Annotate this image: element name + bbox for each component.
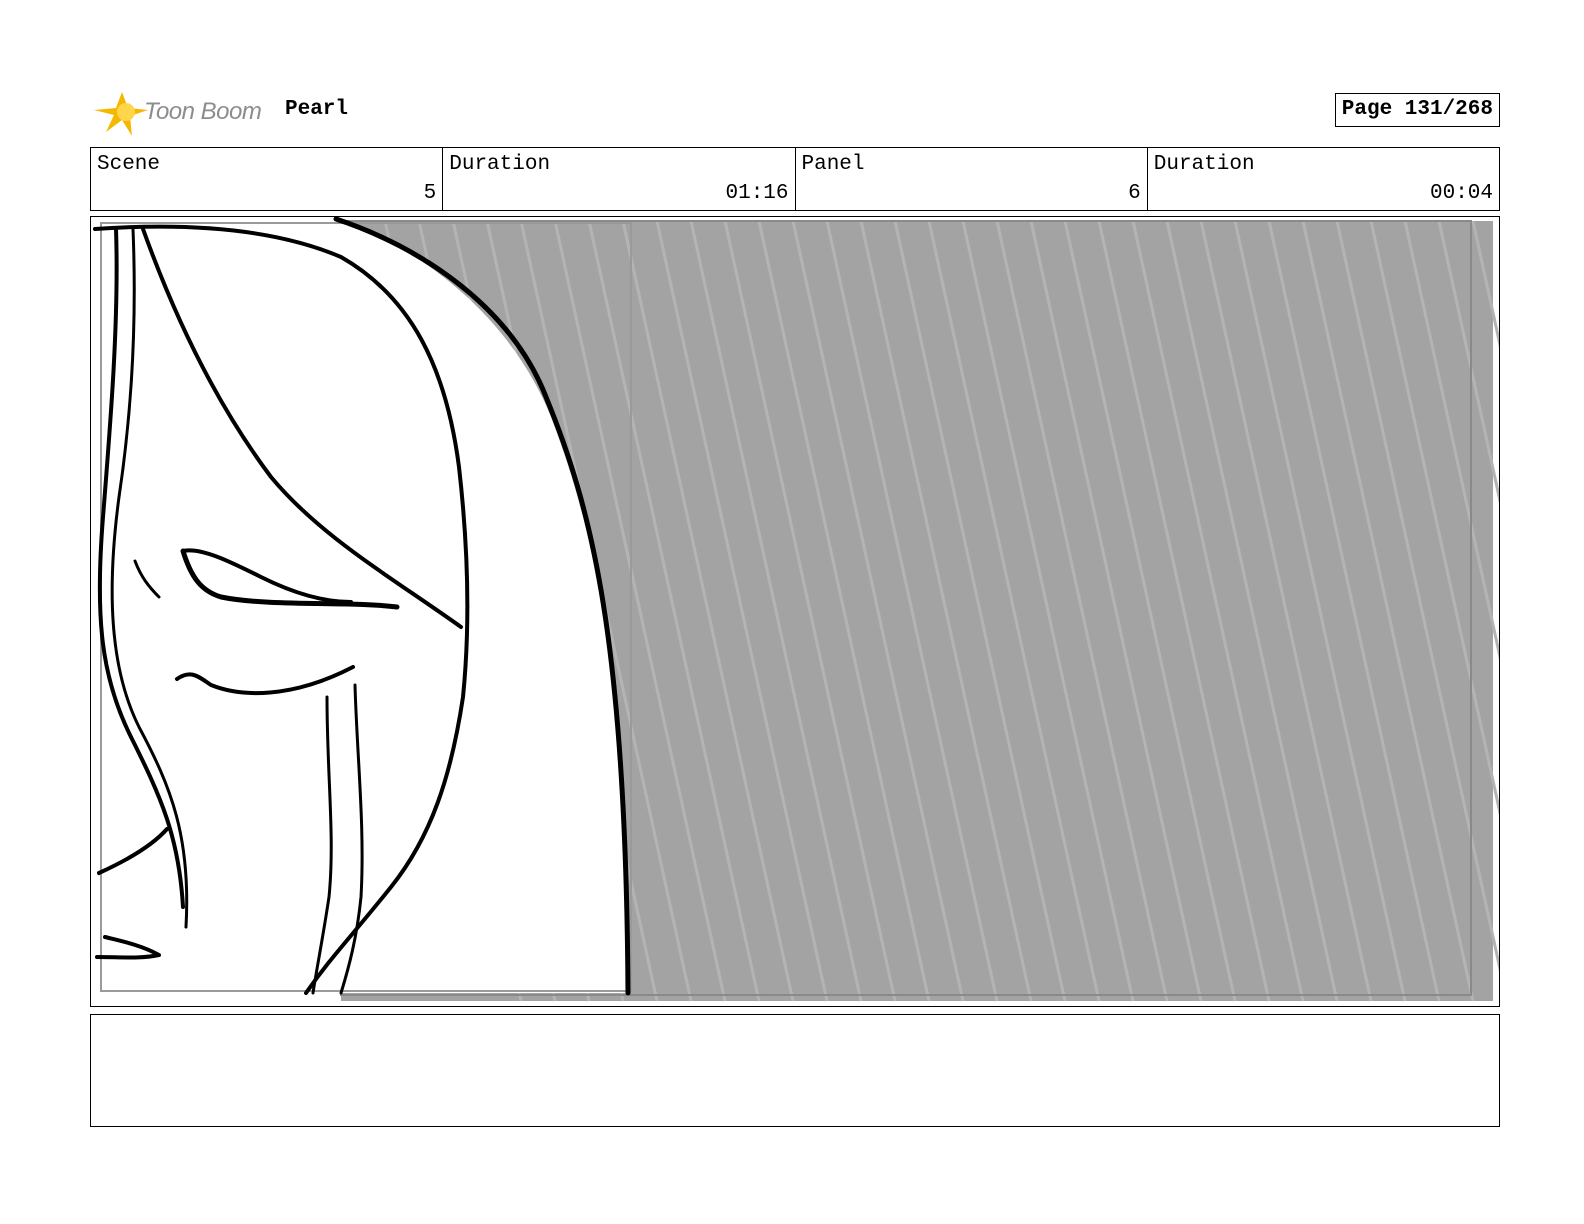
panel-cell: Panel 6 <box>796 148 1148 210</box>
notes-box <box>90 1014 1500 1127</box>
panel-duration-label: Duration <box>1153 153 1255 176</box>
scene-label: Scene <box>97 153 161 176</box>
panel-value: 6 <box>1128 182 1141 205</box>
scene-info-row: Scene 5 Duration 01:16 Panel 6 Duration … <box>90 147 1500 211</box>
project-title: Pearl <box>285 98 349 121</box>
page-number: Page 131/268 <box>1334 93 1500 127</box>
scene-duration-cell: Duration 01:16 <box>443 148 796 210</box>
panel-duration-cell: Duration 00:04 <box>1148 148 1499 210</box>
page-header: Toon Boom Pearl Page 131/268 <box>90 84 1500 140</box>
scene-value: 5 <box>423 182 437 205</box>
logo-text: Toon Boom <box>144 98 262 125</box>
panel-drawing <box>93 217 1499 1002</box>
panel-duration-value: 00:04 <box>1429 182 1493 205</box>
scene-cell: Scene 5 <box>91 148 444 210</box>
scene-duration-label: Duration <box>449 153 551 176</box>
storyboard-panel <box>90 216 1500 1007</box>
starburst-icon <box>94 92 148 136</box>
scene-duration-value: 01:16 <box>725 182 789 205</box>
panel-label: Panel <box>801 153 865 176</box>
toon-boom-logo: Toon Boom <box>92 88 272 138</box>
